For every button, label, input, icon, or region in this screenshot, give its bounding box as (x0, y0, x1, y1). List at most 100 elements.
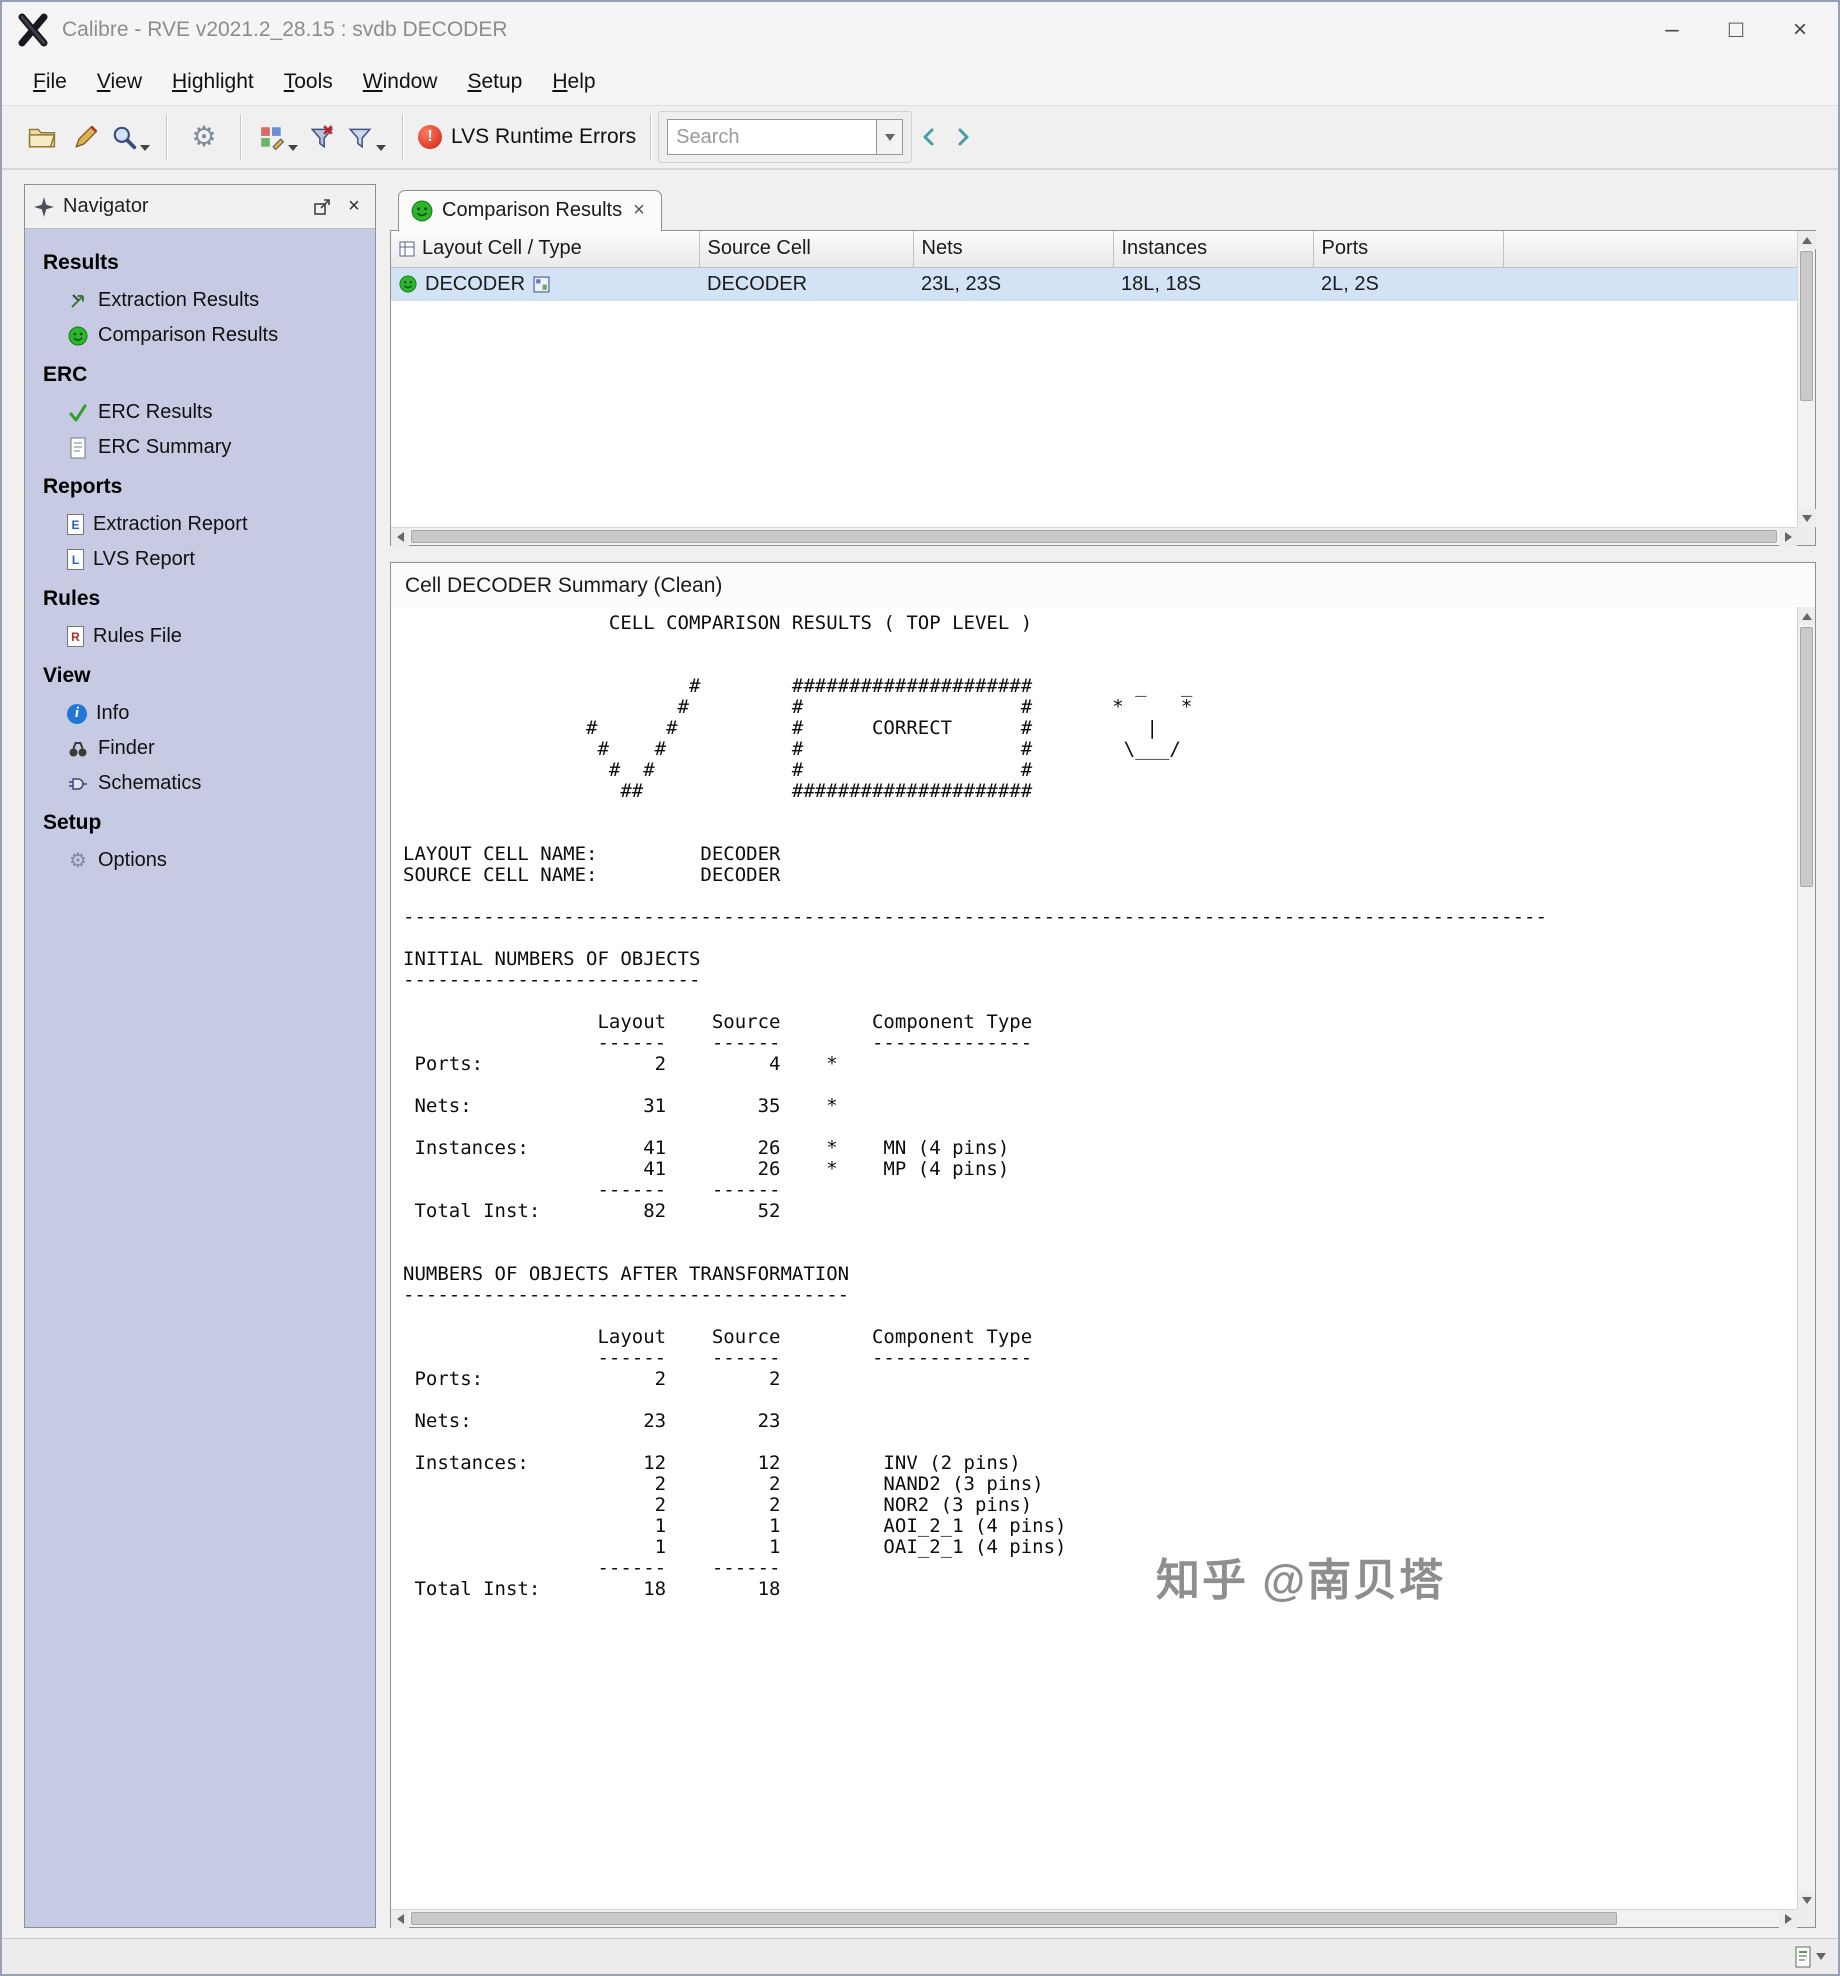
toolbar: ⚙ ! LVS Runtime Errors (2, 106, 1838, 170)
summary-title: Cell DECODER Summary (Clean) (391, 563, 1815, 607)
document-icon (67, 437, 89, 459)
zoom-tool-button[interactable] (108, 115, 152, 159)
results-vertical-scrollbar[interactable] (1797, 231, 1816, 527)
table-row-decoder[interactable]: DECODER DECODER 23L, 23S 18L, 18S 2L, 2S (391, 267, 1797, 301)
search-next-button[interactable] (946, 119, 980, 155)
scroll-up-button[interactable] (1798, 231, 1816, 249)
menu-highlight[interactable]: Highlight (157, 64, 269, 100)
close-button[interactable]: × (1768, 9, 1832, 51)
cell-filler (1503, 267, 1797, 301)
rules-file-icon: R (67, 626, 84, 647)
menubar: File View Highlight Tools Window Setup H… (2, 58, 1838, 106)
app-window: Calibre - RVE v2021.2_28.15 : svdb DECOD… (0, 0, 1840, 1976)
navigator-float-button[interactable] (309, 194, 335, 220)
summary-horizontal-scrollbar[interactable] (391, 1909, 1797, 1928)
scroll-up-button[interactable] (1798, 607, 1815, 625)
nav-section-results: Results (43, 251, 119, 274)
log-document-icon (1795, 1946, 1811, 1967)
column-header-source-cell[interactable]: Source Cell (698, 231, 914, 268)
cell-ports: 2L, 2S (1313, 267, 1503, 301)
highlight-pencil-button[interactable] (64, 115, 108, 159)
sidebar-item-schematics[interactable]: Schematics (25, 766, 375, 801)
scrollbar-thumb[interactable] (1800, 251, 1813, 401)
layout-cell-icon (533, 276, 550, 293)
tab-close-button[interactable]: × (631, 199, 647, 222)
chevron-down-icon (1816, 1953, 1826, 1960)
minimize-button[interactable]: – (1640, 9, 1704, 51)
sidebar-item-extraction-results[interactable]: Extraction Results (25, 283, 375, 318)
sidebar-item-lvs-report[interactable]: L LVS Report (25, 542, 375, 577)
green-check-icon (67, 402, 89, 424)
calibre-x-logo-icon (16, 13, 50, 47)
pencil-icon (75, 125, 98, 148)
sidebar-item-label: Extraction Results (98, 289, 260, 311)
column-header-ports[interactable]: Ports (1312, 231, 1504, 268)
sidebar-item-comparison-results[interactable]: Comparison Results (25, 318, 375, 353)
toolbar-separator (240, 114, 242, 160)
sidebar-item-label: Finder (98, 737, 155, 759)
cell-source-cell: DECODER (699, 267, 913, 301)
scroll-left-button[interactable] (391, 1910, 409, 1928)
menu-file[interactable]: File (18, 64, 82, 100)
sidebar-item-extraction-report[interactable]: E Extraction Report (25, 507, 375, 542)
sidebar-item-options[interactable]: ⚙ Options (25, 843, 375, 878)
statusbar (2, 1938, 1838, 1974)
float-window-icon (314, 198, 330, 215)
sidebar-item-rules-file[interactable]: R Rules File (25, 619, 375, 654)
column-header-layout-cell[interactable]: Layout Cell / Type (391, 231, 700, 268)
navigator-compass-icon (33, 196, 55, 218)
tab-comparison-results[interactable]: Comparison Results × (398, 190, 662, 231)
menu-setup[interactable]: Setup (452, 64, 537, 100)
scroll-right-button[interactable] (1779, 528, 1797, 546)
cell-nets: 23L, 23S (913, 267, 1113, 301)
sidebar-item-info[interactable]: i Info (25, 696, 375, 731)
menu-view[interactable]: View (82, 64, 157, 100)
menu-window[interactable]: Window (348, 64, 453, 100)
menu-help[interactable]: Help (537, 64, 610, 100)
column-header-instances[interactable]: Instances (1112, 231, 1314, 268)
results-horizontal-scrollbar[interactable] (391, 527, 1797, 546)
lvs-runtime-errors-button[interactable]: ! LVS Runtime Errors (418, 115, 636, 159)
arrow-left-icon (923, 128, 934, 146)
highlight-colors-button[interactable] (256, 115, 300, 159)
cell-instances: 18L, 18S (1113, 267, 1313, 301)
toolbar-separator (650, 114, 653, 160)
scroll-down-button[interactable] (1798, 509, 1816, 527)
scrollbar-thumb[interactable] (411, 1912, 1617, 1925)
navigator-content: Results Extraction Results Comparison Re… (25, 229, 375, 1927)
toolbar-separator (166, 114, 168, 160)
comparison-results-table-panel: Layout Cell / Type Source Cell Nets Inst… (390, 230, 1816, 546)
report-document-icon: L (67, 549, 84, 570)
column-header-nets[interactable]: Nets (912, 231, 1114, 268)
sidebar-item-finder[interactable]: Finder (25, 731, 375, 766)
comparison-report-text: CELL COMPARISON RESULTS ( TOP LEVEL ) # … (403, 612, 1547, 1600)
scrollbar-corner (1797, 1909, 1815, 1927)
search-dropdown-button[interactable] (877, 119, 904, 155)
sidebar-item-label: Info (96, 702, 130, 724)
sidebar-item-erc-summary[interactable]: ERC Summary (25, 430, 375, 465)
green-smiley-icon (399, 275, 417, 293)
summary-vertical-scrollbar[interactable] (1797, 607, 1815, 1909)
highlight-filter-button[interactable] (344, 115, 388, 159)
funnel-clear-icon (310, 125, 334, 149)
scrollbar-thumb[interactable] (411, 530, 1777, 543)
search-previous-button[interactable] (912, 119, 946, 155)
scrollbar-thumb[interactable] (1800, 627, 1813, 887)
scroll-right-button[interactable] (1779, 1910, 1797, 1928)
nav-section-rules: Rules (43, 587, 101, 610)
color-swatches-icon (260, 127, 284, 150)
maximize-button[interactable]: □ (1704, 9, 1768, 51)
settings-gear-button[interactable]: ⚙ (182, 115, 226, 159)
navigator-close-button[interactable]: × (341, 194, 367, 220)
scroll-down-button[interactable] (1798, 1891, 1815, 1909)
menu-tools[interactable]: Tools (269, 64, 348, 100)
scroll-left-button[interactable] (391, 528, 409, 546)
report-log-button[interactable] (1794, 1946, 1826, 1968)
cell-summary-panel: Cell DECODER Summary (Clean) CELL COMPAR… (390, 562, 1816, 1928)
search-input[interactable] (667, 119, 878, 155)
nav-section-setup: Setup (43, 811, 102, 834)
clear-highlights-button[interactable] (300, 115, 344, 159)
chevron-down-icon (287, 145, 298, 151)
sidebar-item-erc-results[interactable]: ERC Results (25, 395, 375, 430)
open-folder-button[interactable] (20, 115, 64, 159)
